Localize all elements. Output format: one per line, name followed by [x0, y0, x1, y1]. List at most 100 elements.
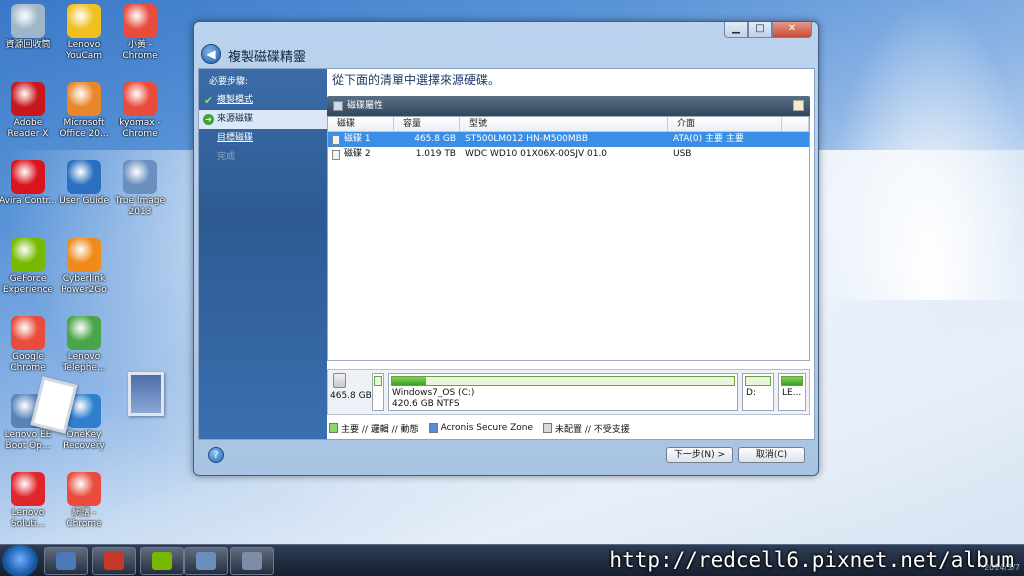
taskbar-app-1[interactable]: [44, 547, 88, 575]
disk-icon: [332, 149, 340, 160]
step-label: 來源磁碟: [217, 114, 254, 124]
next-button[interactable]: 下一步(N) >: [666, 447, 733, 463]
step-label: 目標磁碟: [217, 133, 254, 143]
disk-layout-map: 465.8 GB Windows7_OS (C:) 420.6 GB NTFS …: [327, 369, 810, 415]
disk-name: 磁碟 1: [344, 134, 371, 144]
clock-date: 2014/3/7: [984, 563, 1020, 572]
desktop-icon[interactable]: Microsoft Office 20...: [53, 82, 115, 140]
app-shortcut-icon: [11, 238, 45, 272]
step-target-disk[interactable]: 目標磁碟: [199, 129, 327, 148]
table-row[interactable]: 磁碟 1 465.8 GB ST500LM012 HN-M500MBB ATA(…: [328, 132, 809, 147]
desktop-icon-label: 小黃 - Chrome: [122, 40, 158, 61]
app-shortcut-icon: [123, 4, 157, 38]
cancel-button[interactable]: 取消(C): [738, 447, 805, 463]
desktop-icon-label: Lenovo EE Boot Op...: [4, 430, 52, 451]
desktop-icon-label: kyomax - Chrome: [119, 118, 161, 139]
desktop-icon[interactable]: 網購 - Chrome: [53, 472, 115, 530]
desktop-icon-label: 資源回收筒: [5, 40, 51, 50]
app-icon: [56, 552, 76, 570]
desktop-icon-label: Lenovo Telephe...: [62, 352, 106, 373]
legend-swatch: [543, 423, 553, 433]
disk-properties-toolbar[interactable]: 磁碟屬性: [327, 96, 810, 116]
step-source-disk[interactable]: ➜ 來源磁碟: [199, 110, 327, 129]
desktop-icon[interactable]: 小黃 - Chrome: [109, 4, 171, 62]
desktop-icon[interactable]: User Guide: [53, 160, 115, 207]
start-button[interactable]: [2, 545, 38, 576]
desktop-icon[interactable]: Lenovo Soluti...: [0, 472, 59, 530]
close-button[interactable]: ✕: [772, 22, 812, 38]
legend-label: 主要 // 邏輯 // 動態: [341, 424, 419, 435]
disk-interface: ATA(0) 主要 主要: [673, 134, 744, 144]
step-finish: 完成: [199, 148, 327, 167]
desktop-icon[interactable]: Avira Contr...: [0, 160, 59, 207]
partition-usage-fill: [392, 377, 427, 385]
disk-capacity: 1.019 TB: [415, 149, 456, 159]
desktop-icon[interactable]: Google Chrome: [0, 316, 59, 374]
legend-item: Acronis Secure Zone: [427, 423, 533, 433]
legend-item: 主要 // 邏輯 // 動態: [327, 422, 419, 435]
app-shortcut-icon: [11, 472, 45, 506]
window-controls: ▁ □ ✕: [724, 22, 812, 38]
desktop-icon-label: True Image 2013: [114, 196, 166, 217]
desktop-icon[interactable]: Cyberlink Power2Go: [53, 238, 115, 296]
maximize-button[interactable]: □: [748, 22, 772, 38]
taskbar-app-5[interactable]: [230, 547, 274, 575]
app-icon: [196, 552, 216, 570]
desktop-icon[interactable]: GeForce Experience: [0, 238, 59, 296]
step-label: 複製模式: [217, 95, 254, 105]
help-icon[interactable]: ?: [208, 447, 224, 463]
app-shortcut-icon: [11, 4, 45, 38]
taskbar: http://redcell6.pixnet.net/album 2014/3/…: [0, 544, 1024, 576]
desktop-icon[interactable]: True Image 2013: [109, 160, 171, 218]
wizard-body: 必要步驟: ✔ 複製模式 ➜ 來源磁碟 目標磁碟 完成 從下面的清單中選擇來源硬…: [198, 68, 815, 440]
taskbar-app-4[interactable]: [184, 547, 228, 575]
partition-usage-bar: [781, 376, 803, 386]
legend-swatch: [428, 423, 438, 433]
disk-capacity: 465.8 GB: [414, 134, 456, 144]
partition-le[interactable]: LE...: [778, 373, 806, 411]
desktop-icon[interactable]: kyomax - Chrome: [109, 82, 171, 140]
app-shortcut-icon: [11, 160, 45, 194]
desktop-icon[interactable]: Adobe Reader X: [0, 82, 59, 140]
clone-disk-wizard-window: ▁ □ ✕ ◀ 複製磁碟精靈 必要步驟: ✔ 複製模式 ➜ 來源磁碟 目標磁碟 …: [193, 21, 819, 476]
app-icon: [104, 552, 124, 570]
disk-list: 磁碟 容量 型號 介面 磁碟 1 465.8 GB ST500LM012 HN-…: [327, 116, 810, 361]
minimize-button[interactable]: ▁: [724, 22, 748, 38]
disk-model: ST500LM012 HN-M500MBB: [465, 134, 589, 144]
desktop-icon-label: Cyberlink Power2Go: [61, 274, 107, 295]
desktop-icon[interactable]: 資源回收筒: [0, 4, 59, 51]
column-header-extra[interactable]: [782, 117, 809, 131]
partition-c[interactable]: Windows7_OS (C:) 420.6 GB NTFS: [388, 373, 738, 411]
legend-item: 未配置 // 不受支援: [541, 422, 630, 435]
partition-d[interactable]: D:: [742, 373, 774, 411]
desktop-icon-label: Lenovo YouCam: [65, 40, 103, 61]
desktop-icon[interactable]: Lenovo Telephe...: [53, 316, 115, 374]
back-arrow-icon[interactable]: ◀: [201, 44, 221, 64]
column-header-model[interactable]: 型號: [460, 117, 668, 131]
desktop-icon[interactable]: Lenovo YouCam: [53, 4, 115, 62]
window-title: 複製磁碟精靈: [228, 50, 307, 65]
column-header-interface[interactable]: 介面: [668, 117, 782, 131]
taskbar-app-2[interactable]: [92, 547, 136, 575]
column-header-capacity[interactable]: 容量: [394, 117, 460, 131]
watermark-text: http://redcell6.pixnet.net/album: [609, 548, 1014, 572]
taskbar-app-3[interactable]: [140, 547, 184, 575]
legend-label: Acronis Secure Zone: [440, 423, 534, 433]
step-clone-mode[interactable]: ✔ 複製模式: [199, 91, 327, 110]
disk-summary: 465.8 GB: [330, 373, 372, 411]
desktop-icon-label: Google Chrome: [10, 352, 46, 373]
disk-icon: [332, 134, 340, 145]
hard-disk-icon: [333, 373, 346, 388]
disk-name: 磁碟 2: [344, 149, 371, 159]
notes-icon[interactable]: [793, 100, 804, 111]
app-shortcut-icon: [67, 238, 101, 272]
desktop-icon-label: Microsoft Office 20...: [59, 118, 109, 139]
app-shortcut-icon: [11, 316, 45, 350]
partition-small[interactable]: [372, 373, 384, 411]
table-row[interactable]: 磁碟 2 1.019 TB WDC WD10 01X06X-00SJV 01.0…: [328, 147, 809, 162]
app-shortcut-icon: [11, 82, 45, 116]
partition-detail: 420.6 GB NTFS: [392, 399, 460, 409]
disk-properties-label: 磁碟屬性: [347, 101, 384, 111]
desktop-icon-label: GeForce Experience: [2, 274, 54, 295]
column-header-disk[interactable]: 磁碟: [328, 117, 394, 131]
